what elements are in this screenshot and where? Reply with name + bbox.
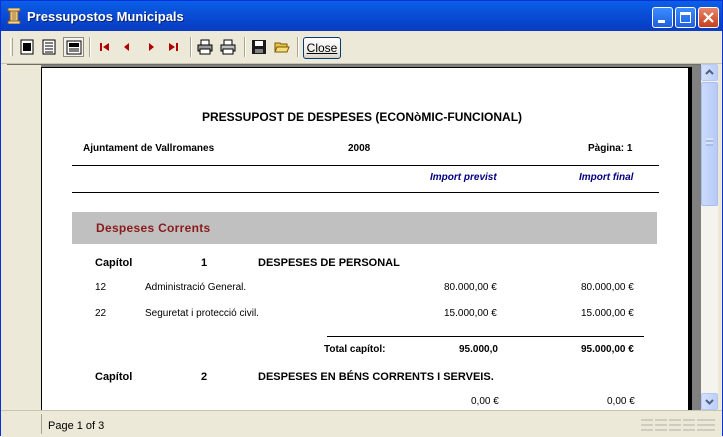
column-header-previst: Import previst <box>430 172 497 183</box>
row-amount-final: 15.000,00 € <box>581 308 634 319</box>
row-amount-final: 80.000,00 € <box>581 282 634 293</box>
title-bar[interactable]: Pressupostos Municipals <box>1 1 722 31</box>
one-page-view-button[interactable] <box>17 37 38 57</box>
window-title: Pressupostos Municipals <box>27 9 184 24</box>
previous-page-icon <box>124 43 129 51</box>
printer-setup-icon <box>197 39 213 55</box>
report-viewport[interactable]: PRESSUPOST DE DESPESES (ECONòMIC-FUNCION… <box>7 64 701 411</box>
chapter-total-previst: 95.000,0 <box>459 344 498 355</box>
toolbar-grip[interactable] <box>10 38 13 56</box>
scroll-down-button[interactable] <box>701 393 718 410</box>
print-setup-button[interactable] <box>195 37 216 57</box>
scroll-thumb[interactable] <box>701 82 718 206</box>
report-window: Pressupostos Municipals Close PRESSUPOST… <box>0 0 723 437</box>
chapter-name: DESPESES DE PERSONAL <box>258 257 400 269</box>
chapter-total-final: 95.000,00 € <box>581 344 634 355</box>
maximize-icon <box>680 12 691 23</box>
minimize-button[interactable] <box>652 7 673 28</box>
scroll-up-button[interactable] <box>701 64 718 81</box>
viewport-margin <box>7 65 41 411</box>
minimize-icon <box>658 20 665 23</box>
report-title: PRESSUPOST DE DESPESES (ECONòMIC-FUNCION… <box>202 110 523 124</box>
status-divider <box>41 414 42 434</box>
next-page-button[interactable] <box>141 37 162 57</box>
last-page-icon <box>169 43 178 51</box>
toolbar-separator <box>89 37 91 57</box>
chapter-number: 2 <box>201 371 208 383</box>
page-count-status: Page 1 of 3 <box>48 420 105 432</box>
vertical-scrollbar[interactable] <box>701 64 718 410</box>
maximize-button[interactable] <box>675 7 696 28</box>
header-rule <box>72 165 659 166</box>
open-button[interactable] <box>272 37 293 57</box>
open-folder-icon <box>274 42 290 53</box>
chapter-total-label: Total capítol: <box>324 344 386 355</box>
page-number: Pàgina: 1 <box>588 143 633 154</box>
row-description: Administració General. <box>145 282 247 293</box>
close-window-button[interactable] <box>698 7 719 28</box>
print-button[interactable] <box>218 37 239 57</box>
chapter-label: Capítol <box>95 371 133 383</box>
toolbar-separator <box>297 37 299 57</box>
close-x-icon <box>703 12 714 23</box>
header-rule <box>72 192 659 193</box>
status-resize-grip-icon[interactable] <box>641 417 719 433</box>
row-amount-previst: 15.000,00 € <box>444 308 497 319</box>
column-header-final: Import final <box>579 172 634 183</box>
row-amount-final: 0,00 € <box>607 396 635 407</box>
first-page-icon <box>100 43 109 51</box>
row-description: Seguretat i protecció civil. <box>145 308 259 319</box>
floppy-disk-icon <box>252 40 266 54</box>
last-page-button[interactable] <box>163 37 184 57</box>
status-bar: Page 1 of 3 <box>1 410 722 437</box>
first-page-button[interactable] <box>95 37 116 57</box>
toolbar-separator <box>190 37 192 57</box>
page-width-icon <box>42 39 56 55</box>
grip-lines-icon <box>706 138 713 146</box>
zoom-view-button[interactable] <box>63 37 84 57</box>
entity-name: Ajuntament de Vallromanes <box>83 143 215 154</box>
save-button[interactable] <box>249 37 270 57</box>
zoom-page-icon <box>66 40 82 55</box>
close-report-button[interactable]: Close <box>303 37 341 59</box>
report-page: PRESSUPOST DE DESPESES (ECONòMIC-FUNCION… <box>41 67 689 411</box>
chapter-name: DESPESES EN BÉNS CORRENTS I SERVEIS. <box>258 371 494 383</box>
toolbar <box>1 31 722 64</box>
row-amount-previst: 0,00 € <box>471 396 499 407</box>
report-year: 2008 <box>348 143 371 154</box>
printer-icon <box>220 39 236 55</box>
page-width-view-button[interactable] <box>39 37 60 57</box>
column-app-icon <box>7 8 21 24</box>
arrow-down-icon <box>705 399 714 405</box>
chapter-label: Capítol <box>95 257 133 269</box>
previous-page-button[interactable] <box>117 37 138 57</box>
row-amount-previst: 80.000,00 € <box>444 282 497 293</box>
toolbar-separator <box>244 37 246 57</box>
total-rule <box>327 336 644 337</box>
section-title: Despeses Corrents <box>96 221 211 235</box>
next-page-icon <box>149 43 154 51</box>
row-code: 12 <box>95 282 107 293</box>
single-page-icon <box>20 39 34 55</box>
row-code: 22 <box>95 308 107 319</box>
chapter-number: 1 <box>201 257 208 269</box>
arrow-up-icon <box>705 69 714 75</box>
